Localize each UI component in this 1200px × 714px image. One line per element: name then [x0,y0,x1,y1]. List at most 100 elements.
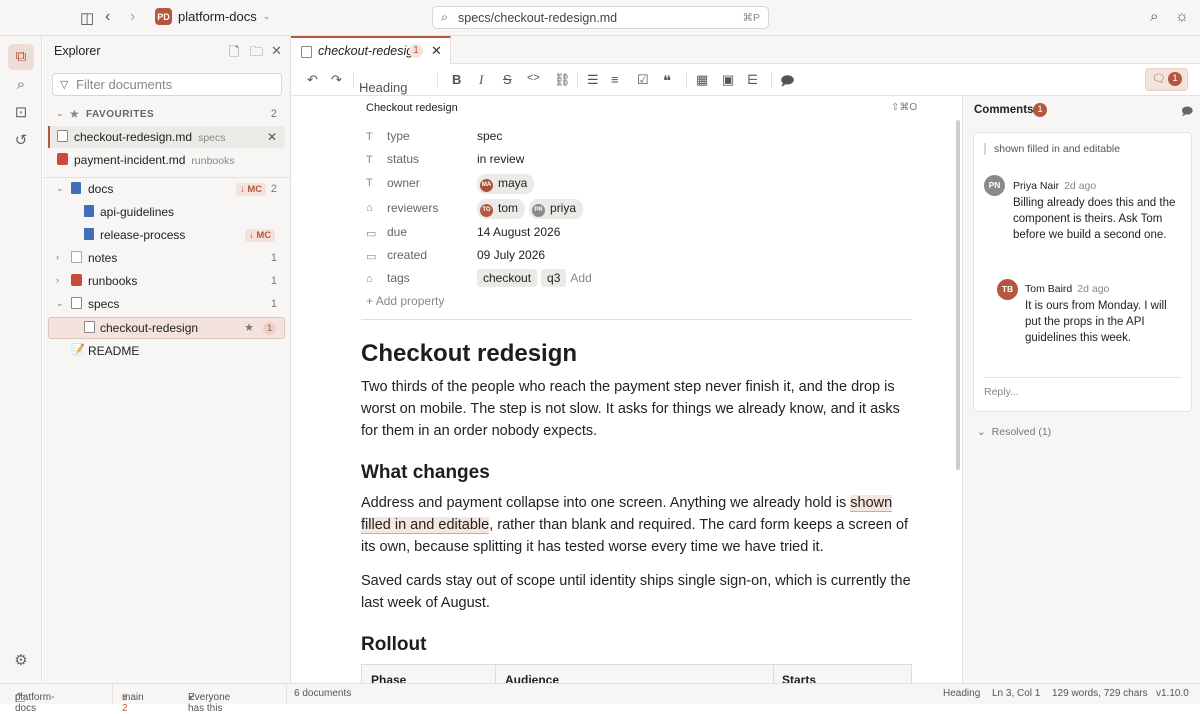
tab-checkout-redesign[interactable]: checkout-redesign 1 ✕ [291,36,451,64]
title-bar: ◫ ‹ › PD platform-docs ⌄ ⌕ specs/checkou… [0,0,1200,36]
tree-folder-specs[interactable]: ⌄ specs 1 [48,293,285,315]
comments-count-badge: 1 [1168,72,1182,86]
add-property-button[interactable]: + Add property [366,294,444,308]
formatting-toolbar: ↶ ↷ Heading 1 ⌄ B I S <> ⛓ ☰ ≡ ☑ ❝ ▦ ▣ ⋿… [291,64,1200,110]
link-icon[interactable]: ⛓ [554,72,571,88]
rollout-table: Phase Audience Starts [361,664,912,683]
scrollbar[interactable] [956,120,960,470]
bullet-list-icon[interactable]: ☰ [587,72,599,88]
tree-label: checkout-redesign [100,321,199,335]
gear-icon[interactable]: ⚙ [8,648,34,674]
property-status[interactable]: T status in review [366,152,916,174]
editor-pane: Checkout redesign ⇧⌘O T type spec T stat… [291,96,962,683]
tag-chip[interactable]: q3 [541,269,567,287]
search-input[interactable]: ⌕ specs/checkout-redesign.md ⌘P [432,6,769,29]
sidebar-toggle-icon[interactable]: ◫ [80,9,94,27]
add-comment-icon[interactable]: 🗩 [780,72,794,94]
property-due[interactable]: ▭ due 14 August 2026 [366,225,916,247]
property-value: 09 July 2026 [477,248,546,262]
search-shortcut: ⌘P [742,12,760,24]
reply-input[interactable]: Reply... [984,377,1181,398]
status-cursor[interactable]: Ln 3, Col 1 [992,688,1040,699]
inbox-icon[interactable]: ⊡ [8,100,34,126]
undo-icon[interactable]: ↶ [307,72,318,88]
property-reviewers[interactable]: ⌂ reviewers TO tom PR priya [366,199,916,222]
italic-icon[interactable]: I [479,72,483,88]
table-icon[interactable]: ▦ [696,72,708,88]
search-icon[interactable]: ⌕ [8,72,34,98]
sync-label: Everyone has this [188,692,231,714]
paragraph[interactable]: Saved cards stay out of scope until iden… [361,570,913,614]
explorer-files-icon[interactable]: ⧉ [8,44,34,70]
checklist-icon[interactable]: ☑ [637,72,649,88]
quote-icon[interactable]: ❝ [663,72,671,90]
tree-item-api-guidelines[interactable]: api-guidelines [48,201,285,223]
strikethrough-icon[interactable]: S [503,72,512,87]
back-arrow-icon[interactable]: ‹ [105,8,110,26]
favourite-item[interactable]: checkout-redesign.md specs ✕ [48,126,285,148]
search-icon[interactable]: ⌕ [1150,8,1158,25]
tree-item-checkout-redesign[interactable]: checkout-redesign ★ 1 [48,317,285,339]
paragraph-text: Address and payment collapse into one sc… [361,495,851,511]
filter-input[interactable]: ▽ Filter documents [52,73,282,96]
forward-arrow-icon[interactable]: › [130,8,135,26]
tree-folder-runbooks[interactable]: › runbooks 1 [48,270,285,292]
new-folder-icon[interactable]: 🗀 [250,43,263,65]
favourite-item[interactable]: payment-incident.md runbooks [48,149,285,171]
comment-thread[interactable]: shown filled in and editable PN Priya Na… [973,132,1192,412]
tab-comment-badge: 1 [409,44,423,58]
owner-chip[interactable]: MA maya [477,174,538,194]
tree-folder-docs[interactable]: ⌄ docs ↓ MC 2 [48,178,285,200]
paragraph[interactable]: Two thirds of the people who reach the p… [361,376,913,442]
bold-icon[interactable]: B [452,72,461,87]
settings-sun-icon[interactable]: ☼ [1175,8,1189,25]
author-name: Priya Nair [1013,180,1060,192]
star-icon[interactable]: ★ [244,320,254,336]
redo-icon[interactable]: ↷ [331,72,342,88]
new-comment-icon[interactable]: 🗩 [1181,103,1193,122]
property-tags[interactable]: ⌂ tags checkout q3 Add [366,269,916,293]
tag-chip[interactable]: checkout [477,269,538,287]
tree-item-readme[interactable]: 📝 README [48,340,285,362]
tag-icon: ⌂ [366,273,373,285]
tree-count: 1 [270,252,277,264]
resolved-toggle[interactable]: ⌄ Resolved (1) [977,426,1051,438]
comment-icon: 🗨 [1152,73,1166,85]
favourites-header[interactable]: ⌄ ★ FAVOURITES 2 [48,103,285,125]
reply-placeholder: Reply... [984,386,1019,398]
property-created[interactable]: ▭ created 09 July 2026 [366,248,916,270]
comments-panel: Comments 1 🗩 shown filled in and editabl… [962,96,1200,683]
tag-list: checkout q3 Add [477,269,592,287]
property-key: type [387,129,410,143]
reviewer-chip[interactable]: TO tom [477,199,526,219]
numbered-list-icon[interactable]: ≡ [611,72,619,87]
workspace-switcher[interactable]: PD platform-docs ⌄ [155,8,270,25]
reviewer-chip[interactable]: PR priya [529,199,584,219]
document-title[interactable]: Checkout redesign [361,340,577,368]
heading-what-changes[interactable]: What changes [361,462,490,484]
code-icon[interactable]: <> [527,72,540,84]
image-icon[interactable]: ▣ [722,72,734,88]
status-block-type: Heading [943,688,981,699]
status-word-count: 129 words, 729 chars [1052,688,1148,699]
book-icon [71,182,81,197]
property-type[interactable]: T type spec [366,129,916,151]
chevron-right-icon: › [56,252,59,262]
sync-badge: ↓ MC [236,182,267,196]
property-owner[interactable]: T owner MA maya [366,174,916,197]
divider [112,684,113,704]
paragraph[interactable]: Address and payment collapse into one sc… [361,492,913,558]
heading-rollout[interactable]: Rollout [361,634,426,656]
tree-folder-notes[interactable]: › notes 1 [48,247,285,269]
close-icon[interactable]: ✕ [431,43,442,59]
collapse-all-icon[interactable]: ✕ [271,43,282,59]
divider-insert-icon[interactable]: ⋿ [747,72,758,88]
property-value: 14 August 2026 [477,225,561,239]
new-file-icon[interactable]: 🗋 [229,43,239,65]
add-tag-button[interactable]: Add [570,271,591,285]
tree-item-release-process[interactable]: release-process ↓ MC [48,224,285,246]
history-icon[interactable]: ↺ [8,128,34,154]
comments-toggle-button[interactable]: 🗨 1 [1145,68,1188,91]
explorer-title: Explorer [54,44,101,58]
close-icon[interactable]: ✕ [267,129,277,145]
